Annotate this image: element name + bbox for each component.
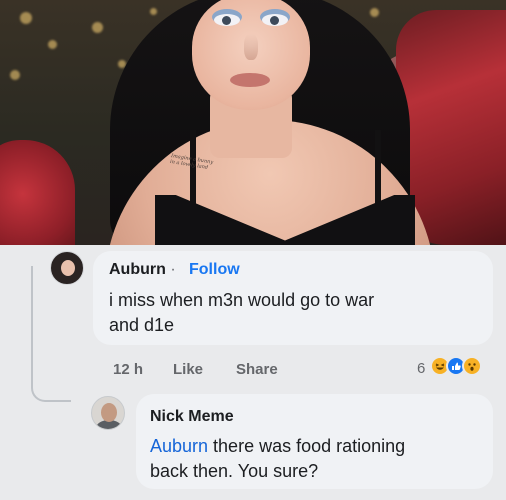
avatar-face xyxy=(101,403,117,422)
reaction-count[interactable]: 6 xyxy=(417,360,425,377)
reply-text-rest: there was food rationing xyxy=(208,436,406,456)
bokeh-light xyxy=(150,8,157,15)
reply-bubble: Nick Meme Auburn there was food rationin… xyxy=(136,394,493,489)
wow-icon[interactable] xyxy=(462,356,482,376)
share-button[interactable]: Share xyxy=(236,361,278,378)
bokeh-light xyxy=(10,70,20,80)
comment-text-line: and d1e xyxy=(109,315,175,335)
comment-text-line: i miss when m3n would go to war xyxy=(109,290,375,310)
comment-timestamp[interactable]: 12 h xyxy=(113,361,143,378)
reply-text-line: back then. You sure? xyxy=(150,461,319,481)
reply-text-line: Auburn there was food rationing xyxy=(150,434,405,458)
nose xyxy=(244,34,258,60)
separator-dot: · xyxy=(170,261,176,278)
avatar[interactable] xyxy=(91,396,125,430)
left-eye xyxy=(214,14,240,26)
red-cushion xyxy=(0,140,75,245)
comment-bubble: Auburn · Follow i miss when m3n would go… xyxy=(93,251,493,345)
author-name[interactable]: Auburn xyxy=(109,261,166,278)
reply-thread-line xyxy=(31,266,71,402)
avatar-face xyxy=(61,260,75,276)
like-button[interactable]: Like xyxy=(173,361,203,378)
lips xyxy=(230,73,270,87)
follow-link[interactable]: Follow xyxy=(189,261,240,279)
bokeh-light xyxy=(48,40,57,49)
bokeh-light xyxy=(370,8,379,17)
reply-author[interactable]: Nick Meme xyxy=(150,408,234,426)
right-eye xyxy=(262,14,288,26)
bokeh-light xyxy=(20,12,32,24)
mention-link[interactable]: Auburn xyxy=(150,436,208,456)
comment-author[interactable]: Auburn · xyxy=(109,261,176,279)
face xyxy=(192,0,310,110)
bokeh-light xyxy=(92,22,103,33)
avatar[interactable] xyxy=(50,251,84,285)
post-photo[interactable]: Imagine a bunny in a lovely land xyxy=(0,0,506,245)
